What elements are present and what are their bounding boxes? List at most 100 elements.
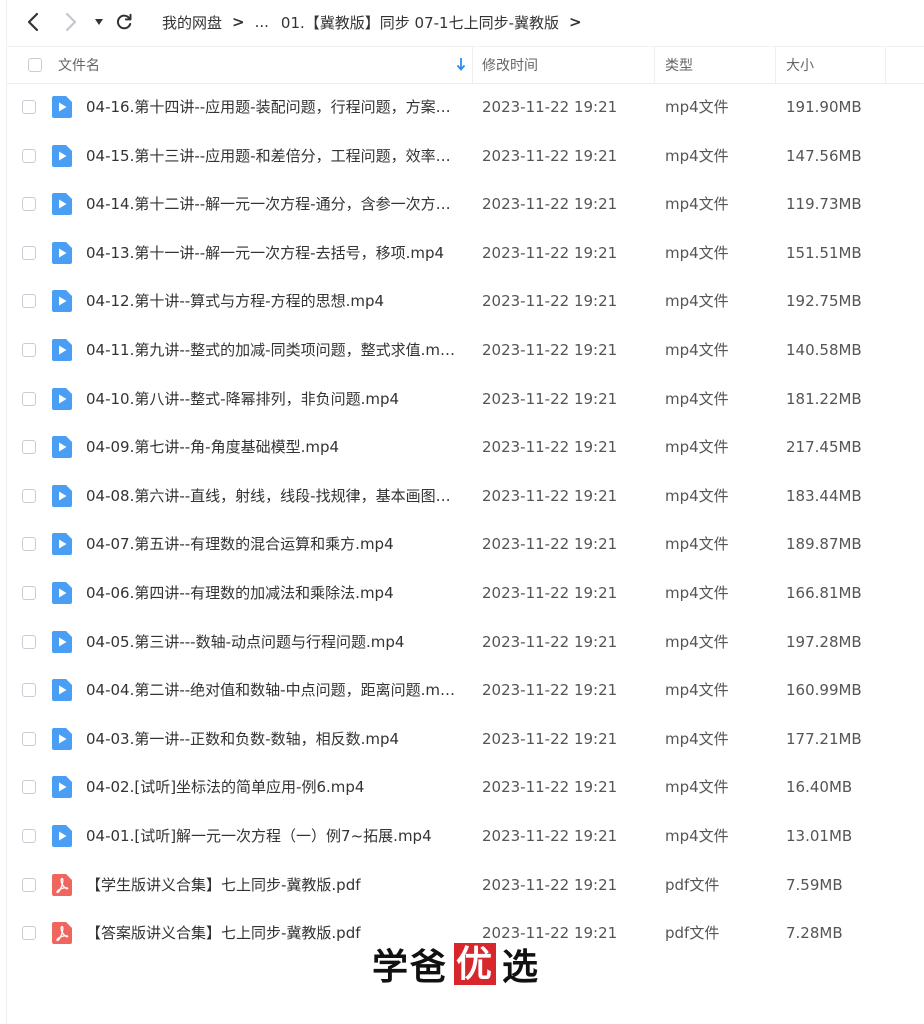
file-type: mp4文件 (665, 632, 729, 651)
file-name[interactable]: 【学生版讲义合集】七上同步-冀教版.pdf (86, 861, 458, 910)
column-divider[interactable] (472, 47, 473, 83)
file-type: mp4文件 (665, 389, 729, 408)
breadcrumb-root[interactable]: 我的网盘 (162, 12, 222, 33)
row-checkbox[interactable] (22, 100, 36, 114)
row-checkbox[interactable] (22, 926, 36, 941)
file-name[interactable]: 04-09.第七讲--角-角度基础模型.mp4 (86, 423, 458, 472)
row-checkbox[interactable] (22, 828, 36, 843)
file-modified-time: 2023-11-22 19:21 (482, 632, 618, 651)
row-checkbox[interactable] (22, 342, 36, 357)
row-checkbox[interactable] (22, 197, 36, 212)
file-size: 181.22MB (786, 389, 862, 408)
column-header-name[interactable]: 文件名 (58, 47, 100, 83)
file-size: 191.90MB (786, 98, 862, 116)
caret-down-icon (95, 19, 103, 25)
row-checkbox[interactable] (22, 537, 36, 552)
row-checkbox[interactable] (22, 440, 36, 455)
file-type: mp4文件 (665, 146, 729, 165)
file-name[interactable]: 04-15.第十三讲--应用题-和差倍分，工程问题，效率问题.mp4 (86, 132, 458, 181)
file-type: mp4文件 (665, 681, 729, 700)
table-row[interactable]: 04-11.第九讲--整式的加减-同类项问题，整式求值.mp4 2023-11-2… (6, 326, 924, 375)
file-type: mp4文件 (665, 438, 729, 457)
video-icon (52, 727, 72, 750)
file-name[interactable]: 04-16.第十四讲--应用题-装配问题，行程问题，方案选择问题.mp4 (86, 83, 458, 132)
file-size: 192.75MB (786, 292, 862, 311)
file-name[interactable]: 04-11.第九讲--整式的加减-同类项问题，整式求值.mp4 (86, 326, 458, 375)
file-modified-time: 2023-11-22 19:21 (482, 778, 618, 797)
column-header-size[interactable]: 大小 (786, 47, 814, 83)
file-name[interactable]: 04-08.第六讲--直线，射线，线段-找规律，基本画图技巧.mp4 (86, 472, 458, 521)
table-row[interactable]: 04-09.第七讲--角-角度基础模型.mp4 2023-11-22 19:21 m… (6, 423, 924, 472)
row-checkbox[interactable] (22, 391, 36, 406)
table-row[interactable]: 04-05.第三讲---数轴-动点问题与行程问题.mp4 2023-11-22 1… (6, 618, 924, 667)
row-checkbox[interactable] (22, 634, 36, 649)
file-name[interactable]: 04-12.第十讲--算式与方程-方程的思想.mp4 (86, 277, 458, 326)
row-checkbox[interactable] (22, 780, 36, 795)
file-name[interactable]: 04-01.[试听]解一元一次方程（一）例7~拓展.mp4 (86, 812, 458, 861)
file-name[interactable]: 04-07.第五讲--有理数的混合运算和乘方.mp4 (86, 520, 458, 569)
file-name[interactable]: 04-03.第一讲--正数和负数-数轴，相反数.mp4 (86, 715, 458, 764)
breadcrumb-ellipsis[interactable]: ... (255, 13, 269, 31)
file-size: 7.28MB (786, 924, 843, 943)
table-row[interactable]: 04-14.第十二讲--解一元一次方程-通分，含参一次方程.mp4 2023-11… (6, 180, 924, 229)
file-name[interactable]: 04-04.第二讲--绝对值和数轴-中点问题，距离问题.mp4 (86, 666, 458, 715)
file-modified-time: 2023-11-22 19:21 (482, 438, 618, 457)
file-name[interactable]: 04-02.[试听]坐标法的简单应用-例6.mp4 (86, 763, 458, 812)
video-icon (52, 679, 72, 702)
column-header-modified[interactable]: 修改时间 (482, 47, 538, 83)
table-row[interactable]: 【学生版讲义合集】七上同步-冀教版.pdf 2023-11-22 19:21 pdf… (6, 861, 924, 910)
row-checkbox[interactable] (22, 731, 36, 746)
file-name[interactable]: 04-14.第十二讲--解一元一次方程-通分，含参一次方程.mp4 (86, 180, 458, 229)
file-size: 197.28MB (786, 632, 862, 651)
file-modified-time: 2023-11-22 19:21 (482, 535, 618, 554)
file-name[interactable]: 04-05.第三讲---数轴-动点问题与行程问题.mp4 (86, 618, 458, 667)
file-type: pdf文件 (665, 875, 720, 894)
table-row[interactable]: 04-04.第二讲--绝对值和数轴-中点问题，距离问题.mp4 2023-11-2… (6, 666, 924, 715)
back-button[interactable] (24, 10, 42, 34)
table-row[interactable]: 04-02.[试听]坐标法的简单应用-例6.mp4 2023-11-22 19:2… (6, 763, 924, 812)
file-size: 151.51MB (786, 243, 862, 262)
table-row[interactable]: 04-08.第六讲--直线，射线，线段-找规律，基本画图技巧.mp4 2023-1… (6, 472, 924, 521)
video-icon (52, 484, 72, 507)
row-checkbox[interactable] (22, 294, 36, 309)
table-row[interactable]: 04-06.第四讲--有理数的加减法和乘除法.mp4 2023-11-22 19:… (6, 569, 924, 618)
video-icon (52, 581, 72, 604)
select-all-checkbox[interactable] (28, 58, 42, 72)
column-divider[interactable] (885, 47, 886, 83)
refresh-button[interactable] (114, 10, 134, 34)
watermark-highlight: 优 (454, 943, 497, 985)
column-divider[interactable] (775, 47, 776, 83)
breadcrumb-current[interactable]: 01.【冀教版】同步 07-1七上同步-冀教版 (281, 12, 559, 33)
navigation-bar: 我的网盘 > ... 01.【冀教版】同步 07-1七上同步-冀教版 > (0, 0, 924, 44)
column-header-type[interactable]: 类型 (665, 47, 693, 83)
file-type: mp4文件 (665, 98, 729, 116)
refresh-icon (116, 13, 132, 30)
file-type: mp4文件 (665, 583, 729, 602)
row-checkbox[interactable] (22, 148, 36, 163)
table-row[interactable]: 04-03.第一讲--正数和负数-数轴，相反数.mp4 2023-11-22 19… (6, 715, 924, 764)
table-row[interactable]: 04-01.[试听]解一元一次方程（一）例7~拓展.mp4 2023-11-22 … (6, 812, 924, 861)
row-checkbox[interactable] (22, 585, 36, 600)
row-checkbox[interactable] (22, 683, 36, 698)
file-name[interactable]: 04-06.第四讲--有理数的加减法和乘除法.mp4 (86, 569, 458, 618)
table-row[interactable]: 04-15.第十三讲--应用题-和差倍分，工程问题，效率问题.mp4 2023-1… (6, 132, 924, 181)
sort-arrow-down-icon[interactable] (456, 57, 466, 71)
row-checkbox[interactable] (22, 245, 36, 260)
table-row[interactable]: 04-16.第十四讲--应用题-装配问题，行程问题，方案选择问题.mp4 2023… (6, 83, 924, 132)
column-divider[interactable] (654, 47, 655, 83)
table-row[interactable]: 04-12.第十讲--算式与方程-方程的思想.mp4 2023-11-22 19:… (6, 277, 924, 326)
row-checkbox[interactable] (22, 488, 36, 503)
table-row[interactable]: 04-07.第五讲--有理数的混合运算和乘方.mp4 2023-11-22 19:… (6, 520, 924, 569)
file-name[interactable]: 04-10.第八讲--整式-降幂排列，非负问题.mp4 (86, 375, 458, 424)
file-size: 189.87MB (786, 535, 862, 554)
file-type: mp4文件 (665, 778, 729, 797)
history-dropdown-button[interactable] (92, 10, 106, 34)
file-modified-time: 2023-11-22 19:21 (482, 681, 618, 700)
row-checkbox[interactable] (22, 877, 36, 892)
file-modified-time: 2023-11-22 19:21 (482, 875, 618, 894)
file-name[interactable]: 04-13.第十一讲--解一元一次方程-去括号，移项.mp4 (86, 229, 458, 278)
forward-button[interactable] (62, 10, 80, 34)
table-row[interactable]: 04-10.第八讲--整式-降幂排列，非负问题.mp4 2023-11-22 19… (6, 375, 924, 424)
file-modified-time: 2023-11-22 19:21 (482, 486, 618, 505)
table-row[interactable]: 04-13.第十一讲--解一元一次方程-去括号，移项.mp4 2023-11-22… (6, 229, 924, 278)
